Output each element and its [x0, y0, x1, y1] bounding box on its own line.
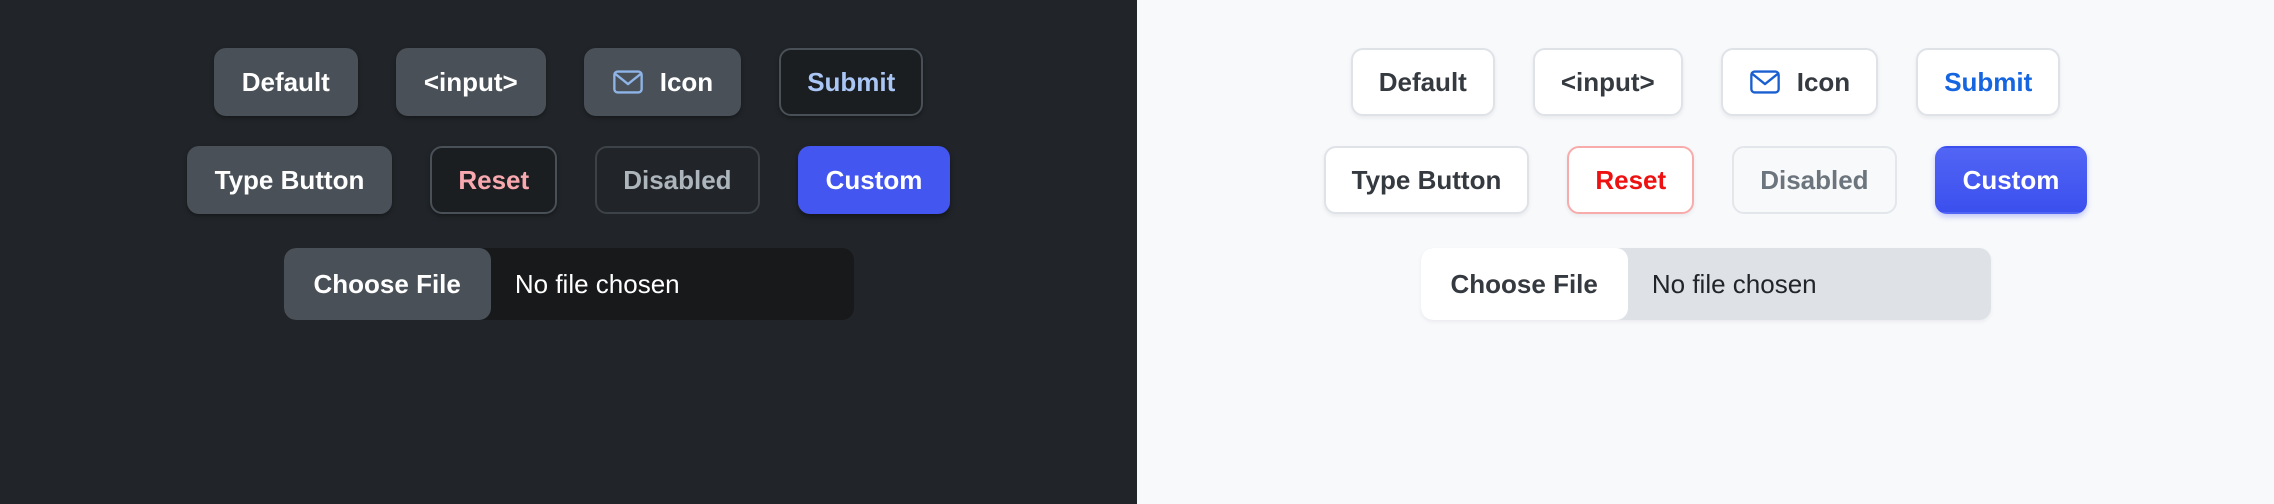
choose-file-button[interactable]: Choose File	[1420, 248, 1628, 320]
button-row-primary: Default <input> Icon Submit	[1137, 48, 2274, 116]
reset-button-label: Reset	[1595, 165, 1667, 195]
disabled-button: Disabled	[595, 146, 760, 214]
custom-button[interactable]: Custom	[797, 146, 951, 214]
submit-button-label: Submit	[807, 67, 896, 97]
disabled-button-label: Disabled	[623, 165, 732, 195]
default-button[interactable]: Default	[213, 48, 358, 116]
light-theme-panel: Default <input> Icon Submit Type Button …	[1137, 0, 2274, 504]
icon-button-label: Icon	[1796, 67, 1851, 97]
icon-button[interactable]: Icon	[583, 48, 742, 116]
file-input[interactable]: Choose File No file chosen	[1420, 248, 1991, 320]
submit-button[interactable]: Submit	[1916, 48, 2061, 116]
choose-file-label: Choose File	[313, 268, 461, 299]
disabled-button: Disabled	[1732, 146, 1897, 214]
type-button[interactable]: Type Button	[1323, 146, 1530, 214]
input-button-label: <input>	[423, 67, 518, 97]
button-row-secondary: Type Button Reset Disabled Custom	[0, 146, 1137, 214]
custom-button[interactable]: Custom	[1934, 146, 2088, 214]
button-row-primary: Default <input> Icon Submit	[0, 48, 1137, 116]
default-button[interactable]: Default	[1350, 48, 1495, 116]
default-button-label: Default	[1378, 67, 1467, 97]
type-button-label: Type Button	[1351, 165, 1502, 195]
mail-icon	[612, 69, 644, 95]
submit-button-label: Submit	[1944, 67, 2033, 97]
mail-icon	[1749, 69, 1781, 95]
icon-button[interactable]: Icon	[1720, 48, 1879, 116]
file-status-label: No file chosen	[1651, 268, 1817, 299]
reset-button-label: Reset	[458, 165, 530, 195]
custom-button-label: Custom	[825, 165, 923, 195]
type-button-label: Type Button	[214, 165, 365, 195]
icon-button-label: Icon	[659, 67, 714, 97]
custom-button-label: Custom	[1962, 165, 2060, 195]
input-button-label: <input>	[1560, 67, 1655, 97]
disabled-button-label: Disabled	[1760, 165, 1869, 195]
choose-file-button[interactable]: Choose File	[283, 248, 491, 320]
button-row-secondary: Type Button Reset Disabled Custom	[1137, 146, 2274, 214]
input-button[interactable]: <input>	[1532, 48, 1683, 116]
submit-button[interactable]: Submit	[779, 48, 924, 116]
dark-theme-panel: Default <input> Icon Submit Type Button …	[0, 0, 1137, 504]
input-button[interactable]: <input>	[395, 48, 546, 116]
default-button-label: Default	[241, 67, 330, 97]
reset-button[interactable]: Reset	[430, 146, 558, 214]
file-input[interactable]: Choose File No file chosen	[283, 248, 854, 320]
file-status-label: No file chosen	[514, 268, 680, 299]
file-input-row: Choose File No file chosen	[0, 248, 1137, 320]
reset-button[interactable]: Reset	[1567, 146, 1695, 214]
choose-file-label: Choose File	[1450, 268, 1598, 299]
type-button[interactable]: Type Button	[186, 146, 393, 214]
file-input-row: Choose File No file chosen	[1137, 248, 2274, 320]
